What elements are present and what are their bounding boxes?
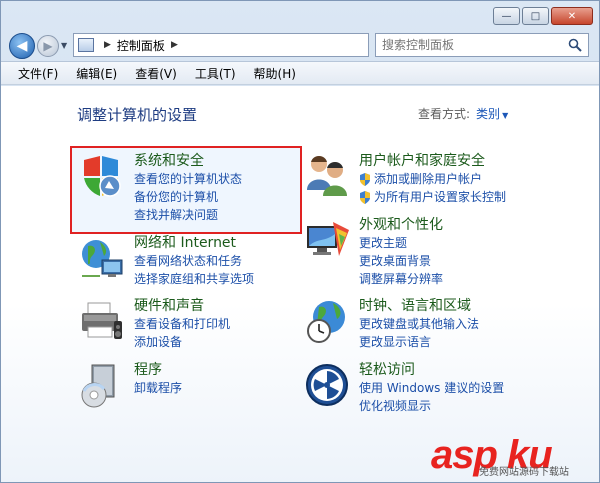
link-screen-resolution[interactable]: 调整屏幕分辨率 [359,270,549,288]
minimize-button[interactable]: — [493,7,520,25]
link-parental-controls[interactable]: 为所有用户设置家长控制 [359,188,549,206]
uac-shield-icon [360,173,370,186]
category-title[interactable]: 网络和 Internet [134,234,324,252]
back-button[interactable]: ◀ [9,33,35,59]
breadcrumb-control-panel[interactable]: 控制面板 [117,37,165,54]
breadcrumb-chevron-icon[interactable]: ▶ [171,40,178,50]
watermark-subtitle: 免费网站源码下载站 [479,467,569,478]
users-icon [307,156,347,196]
category-title[interactable]: 系统和安全 [134,152,324,170]
view-by-dropdown[interactable]: 类别 [476,107,500,121]
breadcrumb-chevron-icon[interactable]: ▶ [104,40,111,50]
network-icon [82,240,123,277]
category-title[interactable]: 时钟、语言和区域 [359,297,549,315]
category-title[interactable]: 硬件和声音 [134,297,324,315]
link-add-device[interactable]: 添加设备 [134,333,324,351]
link-homegroup-sharing[interactable]: 选择家庭组和共享选项 [134,270,324,288]
link-label[interactable]: 为所有用户设置家长控制 [374,190,506,204]
monitor-icon [307,222,349,256]
menu-view[interactable]: 查看(V) [126,65,186,82]
recent-pages-dropdown-icon[interactable]: ▼ [61,41,67,50]
link-devices-printers[interactable]: 查看设备和打印机 [134,315,324,333]
link-change-theme[interactable]: 更改主题 [359,234,549,252]
category-title[interactable]: 轻松访问 [359,361,549,379]
address-bar[interactable]: ▶ 控制面板 ▶ [73,33,369,57]
close-button[interactable]: ✕ [551,7,593,25]
link-recommended-settings[interactable]: 使用 Windows 建议的设置 [359,379,549,397]
search-box[interactable] [375,33,589,57]
printer-icon [82,302,122,339]
uac-shield-icon [360,191,370,204]
control-panel-window: — □ ✕ ◀ ▶ ▼ ▶ 控制面板 ▶ 文件(F) 编辑(E) 查看(V) 工… [0,0,600,483]
programs-icon [81,364,115,408]
forward-button[interactable]: ▶ [37,35,59,57]
maximize-button[interactable]: □ [522,7,549,25]
link-view-computer-status[interactable]: 查看您的计算机状态 [134,170,324,188]
category-title[interactable]: 程序 [134,361,324,379]
link-network-status[interactable]: 查看网络状态和任务 [134,252,324,270]
navigation-bar: ◀ ▶ ▼ ▶ 控制面板 ▶ [1,31,599,61]
menu-bar: 文件(F) 编辑(E) 查看(V) 工具(T) 帮助(H) [1,61,599,85]
link-uninstall-program[interactable]: 卸载程序 [134,379,324,397]
control-panel-icon [78,38,94,52]
link-change-background[interactable]: 更改桌面背景 [359,252,549,270]
link-change-keyboard[interactable]: 更改键盘或其他输入法 [359,315,549,333]
search-icon[interactable] [568,38,582,52]
link-optimize-display[interactable]: 优化视频显示 [359,397,549,415]
link-add-remove-accounts[interactable]: 添加或删除用户帐户 [359,170,549,188]
link-label[interactable]: 添加或删除用户帐户 [374,172,482,186]
menu-help[interactable]: 帮助(H) [245,65,305,82]
link-backup-computer[interactable]: 备份您的计算机 [134,188,324,206]
ease-of-access-icon [306,364,348,406]
category-title[interactable]: 用户帐户和家庭安全 [359,152,549,170]
category-title[interactable]: 外观和个性化 [359,216,549,234]
link-change-display-language[interactable]: 更改显示语言 [359,333,549,351]
page-title: 调整计算机的设置 [77,106,198,124]
link-troubleshoot[interactable]: 查找并解决问题 [134,206,324,224]
globe-clock-icon [307,301,345,343]
dropdown-arrow-icon[interactable]: ▼ [502,111,508,120]
view-by-label: 查看方式: [418,107,471,121]
search-input[interactable] [382,38,562,52]
caption-buttons: — □ ✕ [493,7,593,25]
menu-tools[interactable]: 工具(T) [186,65,245,82]
menu-file[interactable]: 文件(F) [9,65,67,82]
view-by: 查看方式: 类别 ▼ [418,105,508,122]
shield-icon [84,156,121,197]
menu-edit[interactable]: 编辑(E) [67,65,126,82]
